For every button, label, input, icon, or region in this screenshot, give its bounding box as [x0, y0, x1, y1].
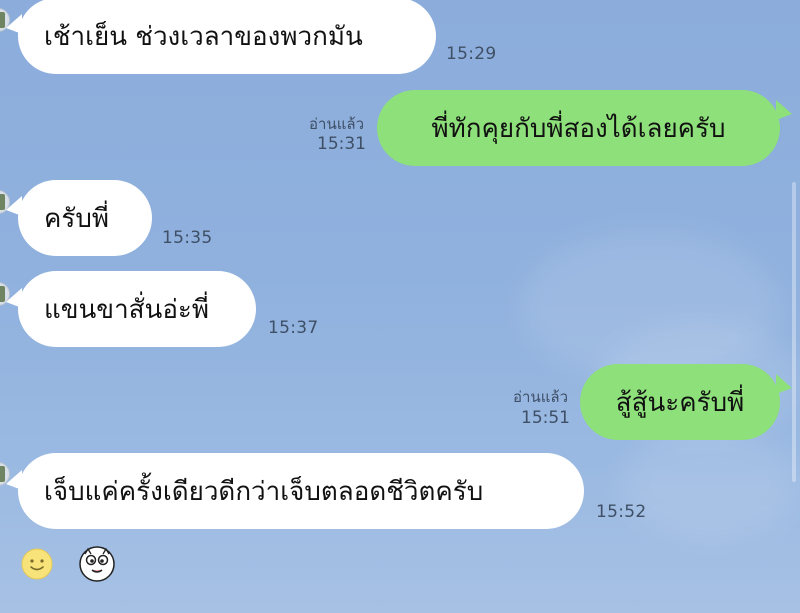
message-text: สู้สู้นะครับพี่: [615, 387, 745, 418]
message-bubble-outgoing[interactable]: พี่ทักคุยกับพี่สองได้เลยครับ: [377, 90, 780, 166]
message-bubble-incoming[interactable]: ครับพี่: [18, 180, 152, 256]
read-receipt: อ่านแล้ว: [513, 388, 568, 406]
message-time: 15:31: [317, 134, 366, 154]
message-bubble-incoming[interactable]: แขนขาสั่นอ่ะพี่: [18, 271, 256, 347]
message-text: เจ็บแค่ครั้งเดียวดีกว่าเจ็บตลอดชีวิตครับ: [44, 476, 484, 507]
message-time: 15:37: [268, 318, 319, 338]
character-sticker-icon[interactable]: [78, 545, 116, 583]
message-time: 15:35: [162, 228, 213, 248]
message-time: 15:52: [596, 502, 647, 522]
message-time: 15:51: [521, 408, 570, 428]
message-text: แขนขาสั่นอ่ะพี่: [44, 294, 210, 325]
read-receipt: อ่านแล้ว: [309, 115, 364, 133]
smiley-face-icon[interactable]: [20, 547, 54, 581]
message-bubble-incoming[interactable]: เช้าเย็น ช่วงเวลาของพวกมัน: [18, 0, 436, 74]
message-text: ครับพี่: [44, 203, 109, 234]
bubble-tail: [776, 100, 792, 120]
message-time: 15:29: [446, 44, 497, 64]
scrollbar[interactable]: [792, 182, 796, 482]
bottom-actions: [0, 535, 800, 613]
message-bubble-outgoing[interactable]: สู้สู้นะครับพี่: [580, 364, 780, 440]
bubble-tail: [776, 374, 792, 394]
background-cloud: [620, 430, 800, 540]
message-bubble-incoming[interactable]: เจ็บแค่ครั้งเดียวดีกว่าเจ็บตลอดชีวิตครับ: [18, 453, 584, 529]
message-text: พี่ทักคุยกับพี่สองได้เลยครับ: [431, 113, 726, 144]
message-text: เช้าเย็น ช่วงเวลาของพวกมัน: [44, 21, 363, 52]
chat-window: เช้าเย็น ช่วงเวลาของพวกมัน 15:29 อ่านแล้…: [0, 0, 800, 613]
